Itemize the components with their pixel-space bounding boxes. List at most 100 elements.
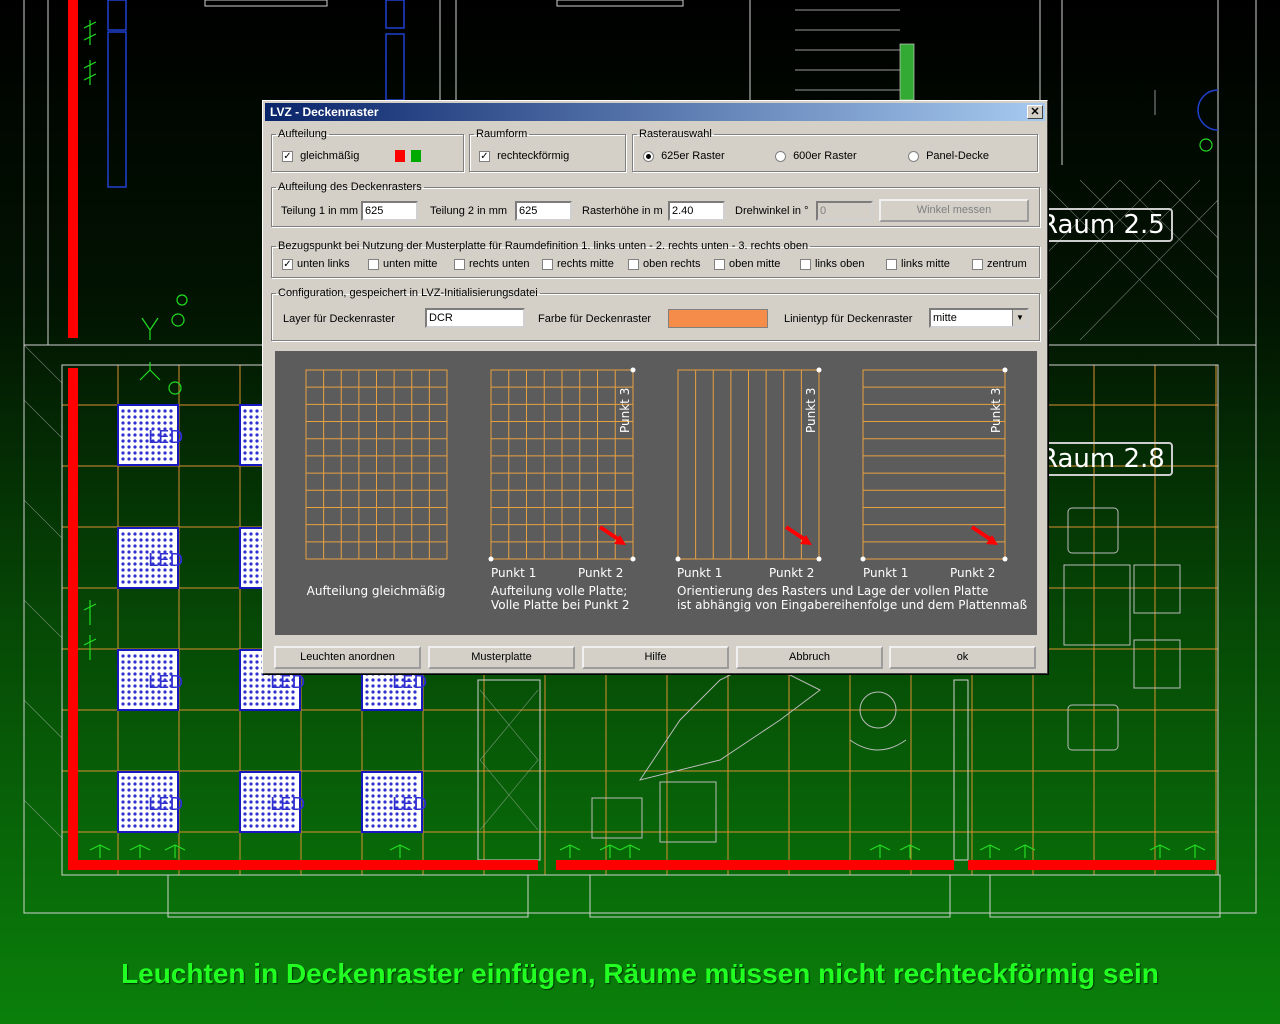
radio-625er[interactable]: 625er Raster <box>643 150 725 162</box>
bezug-oben-mitte[interactable]: oben mitte <box>714 258 780 270</box>
layer-input[interactable]: DCR <box>425 308 525 328</box>
led-dot <box>151 696 155 700</box>
led-dot <box>371 806 375 810</box>
dialog-titlebar[interactable]: LVZ - Deckenraster ✕ <box>265 103 1045 121</box>
led-dot <box>139 538 143 542</box>
led-dot <box>291 776 295 780</box>
led-dot <box>371 678 375 682</box>
led-dot <box>127 568 131 572</box>
led-dot <box>261 806 265 810</box>
led-dot <box>255 427 259 431</box>
p3-punkt2: Punkt 2 <box>769 566 814 580</box>
p4-punkt2: Punkt 2 <box>950 566 995 580</box>
rechteckfoermig-label: rechteckförmig <box>497 150 570 162</box>
led-dot <box>121 457 125 461</box>
drehwinkel-label: Drehwinkel in ° <box>735 205 809 217</box>
bezug-label: zentrum <box>987 258 1027 270</box>
led-dot <box>249 660 253 664</box>
radio-600er[interactable]: 600er Raster <box>775 150 857 162</box>
led-dot <box>121 445 125 449</box>
p4-punkt1: Punkt 1 <box>863 566 908 580</box>
bezug-label: rechts unten <box>469 258 530 270</box>
bezug-zentrum[interactable]: zentrum <box>972 258 1027 270</box>
led-dot <box>243 544 247 548</box>
corner-point <box>1002 556 1008 562</box>
led-dot <box>371 788 375 792</box>
led-dot <box>377 800 381 804</box>
bezug-oben-rechts[interactable]: oben rechts <box>628 258 700 270</box>
bezug-rechts-mitte[interactable]: rechts mitte <box>542 258 614 270</box>
led-dot <box>249 439 253 443</box>
rasterhoehe-label: Rasterhöhe in m <box>582 205 663 217</box>
corner-point <box>816 367 822 373</box>
led-dot <box>139 544 143 548</box>
led-dot <box>407 782 411 786</box>
ok-button[interactable]: ok <box>889 646 1036 669</box>
led-dot <box>127 574 131 578</box>
led-dot <box>163 654 167 658</box>
drehwinkel-input[interactable]: 0 <box>816 201 873 221</box>
rasterhoehe-input[interactable]: 2.40 <box>668 201 725 221</box>
bezug-unten-mitte[interactable]: unten mitte <box>368 258 437 270</box>
bezug-links-mitte[interactable]: links mitte <box>886 258 950 270</box>
led-dot <box>285 818 289 822</box>
abbruch-button[interactable]: Abbruch <box>736 646 883 669</box>
led-dot <box>139 806 143 810</box>
gleichmaessig-checkbox[interactable]: ✓ gleichmäßig <box>282 150 359 162</box>
led-dot <box>145 782 149 786</box>
led-dot <box>139 580 143 584</box>
led-dot <box>163 532 167 536</box>
led-dot <box>243 702 247 706</box>
farbe-swatch[interactable] <box>668 309 768 328</box>
led-dot <box>139 451 143 455</box>
led-dot <box>249 776 253 780</box>
led-dot <box>133 824 137 828</box>
rechteckfoermig-checkbox[interactable]: ✓ rechteckförmig <box>479 150 569 162</box>
preview-grid-horizontal <box>862 369 1006 560</box>
led-dot <box>151 788 155 792</box>
led-dot <box>133 702 137 706</box>
close-icon[interactable]: ✕ <box>1027 105 1043 119</box>
led-dot <box>133 421 137 425</box>
linientyp-select[interactable]: mitte ▼ <box>929 308 1029 328</box>
bezug-rechts-unten[interactable]: rechts unten <box>454 258 530 270</box>
radio-unselected-icon <box>775 150 786 162</box>
led-dot <box>163 818 167 822</box>
led-dot <box>255 415 259 419</box>
bezug-unten-links[interactable]: ✓ unten links <box>282 258 350 270</box>
color-indicator-red <box>395 150 405 162</box>
radio-625er-label: 625er Raster <box>661 150 725 162</box>
led-dot <box>383 794 387 798</box>
hilfe-button[interactable]: Hilfe <box>582 646 729 669</box>
leuchten-anordnen-button[interactable]: Leuchten anordnen <box>274 646 421 669</box>
winkel-messen-button[interactable]: Winkel messen <box>879 199 1029 222</box>
led-dot <box>151 544 155 548</box>
teilung2-input[interactable]: 625 <box>515 201 572 221</box>
led-label: LED <box>392 794 427 815</box>
radio-panel-decke[interactable]: Panel-Decke <box>908 150 989 162</box>
teilung1-input[interactable]: 625 <box>361 201 418 221</box>
led-dot <box>145 415 149 419</box>
led-dot <box>163 788 167 792</box>
bezug-links-oben[interactable]: links oben <box>800 258 865 270</box>
led-dot <box>395 818 399 822</box>
chevron-down-icon[interactable]: ▼ <box>1012 310 1027 326</box>
musterplatte-button[interactable]: Musterplatte <box>428 646 575 669</box>
led-dot <box>267 788 271 792</box>
led-dot <box>243 812 247 816</box>
led-dot <box>133 696 137 700</box>
led-dot <box>243 788 247 792</box>
led-dot <box>169 451 173 455</box>
led-dot <box>255 806 259 810</box>
led-dot <box>249 433 253 437</box>
fixture-symbol <box>129 844 151 858</box>
led-dot <box>127 580 131 584</box>
checkbox-box-icon: ✓ <box>282 258 293 270</box>
led-dot <box>169 696 173 700</box>
led-dot <box>121 672 125 676</box>
led-dot <box>121 824 125 828</box>
led-dot <box>243 800 247 804</box>
led-dot <box>243 550 247 554</box>
fixture-symbol <box>869 844 891 858</box>
led-dot <box>127 678 131 682</box>
